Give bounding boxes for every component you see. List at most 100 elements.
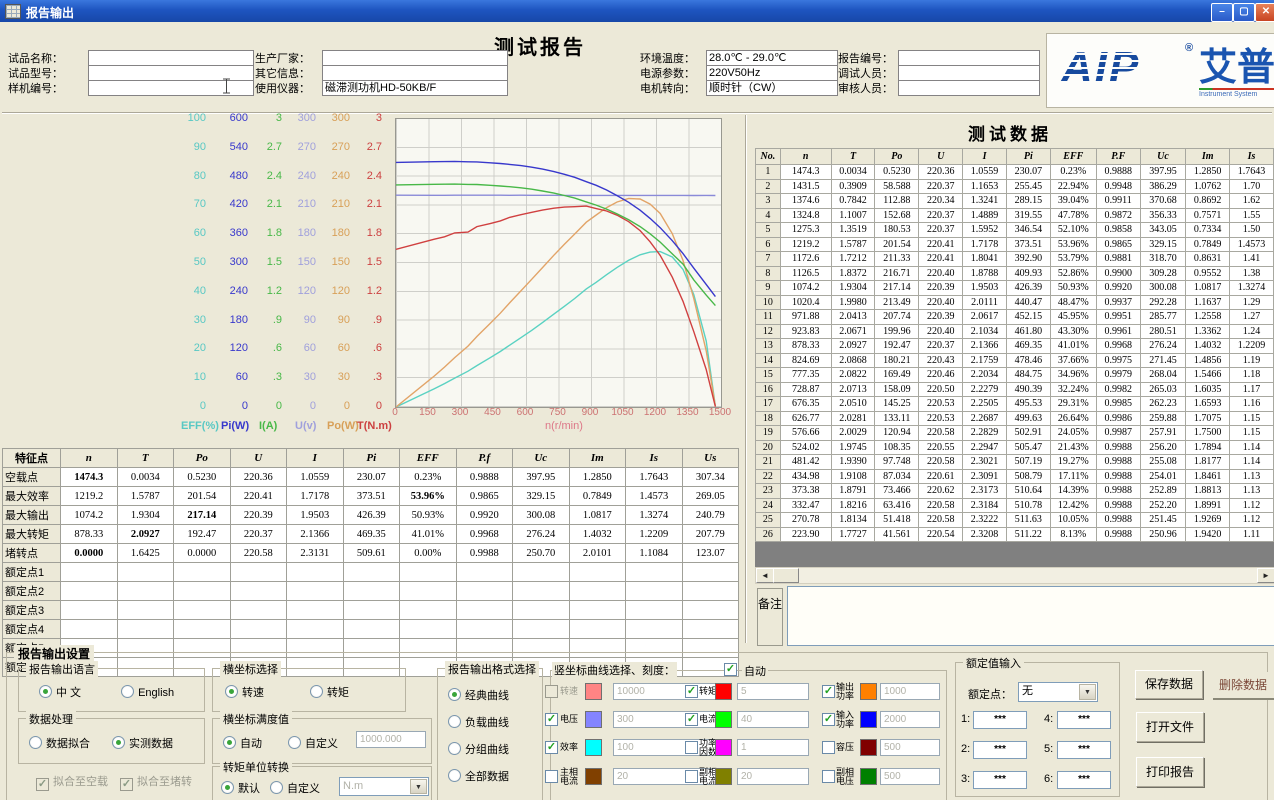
table-row[interactable]: 22434.981.910887.034220.612.3091508.7917…	[756, 469, 1274, 484]
table-row[interactable]: 19576.662.0029120.94220.582.2829502.9124…	[756, 426, 1274, 441]
curve-scale-input[interactable]: 5	[737, 683, 809, 700]
checkbox-option[interactable]: ✓拟合至堵转	[120, 772, 192, 789]
form-field-input[interactable]: 28.0℃ - 29.0℃	[706, 50, 838, 66]
table-row[interactable]: 11971.882.0413207.74220.392.0617452.1545…	[756, 310, 1274, 325]
radio-unselected[interactable]	[448, 715, 461, 728]
rated-field-input[interactable]: ***	[973, 771, 1027, 789]
chevron-down-icon[interactable]: ▼	[1079, 684, 1096, 700]
save-data-button[interactable]: 保存数据	[1135, 670, 1203, 699]
checkbox-option[interactable]: ✓拟合至空载	[36, 772, 108, 789]
yaxis-auto-checkbox[interactable]: ✓	[724, 663, 737, 676]
radio-option[interactable]: 自动	[223, 734, 262, 751]
radio-option[interactable]: 全部数据	[448, 767, 509, 784]
radio-option[interactable]: 自定义	[288, 734, 338, 751]
table-row[interactable]: 12923.832.0671199.96220.402.1034461.8043…	[756, 324, 1274, 339]
radio-unselected[interactable]	[29, 736, 42, 749]
curve-color-swatch[interactable]	[860, 711, 877, 728]
radio-unselected[interactable]	[288, 736, 301, 749]
form-field-input[interactable]: 220V50Hz	[706, 65, 838, 81]
curve-color-swatch[interactable]	[715, 739, 732, 756]
table-row[interactable]: 81126.51.8372216.71220.401.8788409.9352.…	[756, 266, 1274, 281]
curve-checkbox[interactable]	[545, 770, 558, 783]
curve-checkbox[interactable]: ✓	[822, 685, 835, 698]
radio-selected[interactable]	[221, 781, 234, 794]
curve-scale-input[interactable]: 500	[880, 768, 940, 785]
table-row[interactable]: 14824.692.0868180.21220.432.1759478.4637…	[756, 353, 1274, 368]
scroll-left-button[interactable]: ◄	[756, 568, 774, 583]
table-row[interactable]: 51275.31.3519180.53220.371.5952346.5452.…	[756, 223, 1274, 238]
open-file-button[interactable]: 打开文件	[1136, 712, 1204, 742]
remarks-input[interactable]	[787, 586, 1274, 646]
table-row[interactable]: 17676.352.0510145.25220.532.2505495.5329…	[756, 397, 1274, 412]
radio-option[interactable]: 实测数据	[112, 734, 173, 751]
table-row[interactable]: 61219.21.5787201.54220.411.7178373.5153.…	[756, 237, 1274, 252]
close-button[interactable]: ✕	[1255, 3, 1274, 22]
rated-field-input[interactable]: ***	[1057, 741, 1111, 759]
curve-scale-input[interactable]: 500	[880, 739, 940, 756]
table-row[interactable]: 11474.30.00340.5230220.361.0559230.070.2…	[756, 165, 1274, 180]
table-row[interactable]: 21481.421.939097.748220.582.3021507.1919…	[756, 455, 1274, 470]
curve-scale-input[interactable]: 1	[737, 739, 809, 756]
radio-option[interactable]: 转速	[225, 683, 264, 700]
curve-scale-input[interactable]: 40	[737, 711, 809, 728]
radio-unselected[interactable]	[448, 742, 461, 755]
radio-option[interactable]: 数据拟合	[29, 734, 90, 751]
curve-checkbox[interactable]	[822, 741, 835, 754]
curve-checkbox[interactable]: ✓	[685, 685, 698, 698]
curve-color-swatch[interactable]	[715, 683, 732, 700]
checkbox[interactable]: ✓	[120, 778, 133, 791]
curve-scale-input[interactable]: 2000	[880, 711, 940, 728]
table-row[interactable]: 23373.381.879173.466220.622.3173510.6414…	[756, 484, 1274, 499]
radio-option[interactable]: 经典曲线	[448, 686, 509, 703]
format-option-row[interactable]: 经典曲线	[448, 686, 509, 704]
format-option-row[interactable]: 全部数据	[448, 767, 509, 785]
format-option-row[interactable]: 分组曲线	[448, 740, 509, 758]
radio-option[interactable]: 负载曲线	[448, 713, 509, 730]
table-row[interactable]: 20524.021.9745108.35220.552.2947505.4721…	[756, 440, 1274, 455]
table-row[interactable]: 31374.60.7842112.88220.341.3241289.1539.…	[756, 194, 1274, 209]
maximize-button[interactable]: ▢	[1233, 3, 1255, 22]
torque-unit-combo[interactable]: N.m ▼	[339, 777, 429, 796]
delete-data-button[interactable]: 删除数据	[1212, 672, 1274, 698]
chevron-down-icon[interactable]: ▼	[410, 779, 427, 794]
form-field-input[interactable]	[322, 50, 508, 66]
table-row[interactable]: 21431.50.390958.588220.371.1653255.4522.…	[756, 179, 1274, 194]
form-field-input[interactable]	[898, 80, 1040, 96]
rated-field-input[interactable]: ***	[1057, 771, 1111, 789]
table-row[interactable]: 24332.471.821663.416220.582.3184510.7812…	[756, 498, 1274, 513]
form-field-input[interactable]: 磁滞测功机HD-50KB/F	[322, 80, 508, 96]
minimize-button[interactable]: –	[1211, 3, 1233, 22]
radio-selected[interactable]	[223, 736, 236, 749]
curve-color-swatch[interactable]	[860, 768, 877, 785]
form-field-input[interactable]: 顺时针（CW）	[706, 80, 838, 96]
curve-checkbox[interactable]: ✓	[685, 713, 698, 726]
radio-option[interactable]: 中 文	[39, 683, 81, 700]
radio-selected[interactable]	[112, 736, 125, 749]
radio-selected[interactable]	[225, 685, 238, 698]
scrollbar-thumb[interactable]	[773, 568, 799, 583]
form-field-input[interactable]	[898, 50, 1040, 66]
table-row[interactable]: 16728.872.0713158.09220.502.2279490.3932…	[756, 382, 1274, 397]
curve-checkbox[interactable]: ✓	[545, 741, 558, 754]
form-field-input[interactable]	[322, 65, 508, 81]
curve-scale-input[interactable]: 1000	[880, 683, 940, 700]
curve-checkbox[interactable]	[822, 770, 835, 783]
table-row[interactable]: 41324.81.1007152.68220.371.4889319.5547.…	[756, 208, 1274, 223]
xaxis-fullscale-input[interactable]: 1000.000	[356, 731, 426, 748]
radio-unselected[interactable]	[448, 769, 461, 782]
curve-checkbox[interactable]	[545, 685, 558, 698]
curve-color-swatch[interactable]	[860, 683, 877, 700]
horizontal-scrollbar[interactable]: ◄ ►	[755, 567, 1274, 584]
curve-color-swatch[interactable]	[585, 711, 602, 728]
rated-point-combo[interactable]: 无 ▼	[1018, 682, 1098, 702]
table-row[interactable]: 15777.352.0822169.49220.462.2034484.7534…	[756, 368, 1274, 383]
radio-option[interactable]: 默认	[221, 779, 260, 796]
rated-field-input[interactable]: ***	[1057, 711, 1111, 729]
table-row[interactable]: 71172.61.7212211.33220.411.8041392.9053.…	[756, 252, 1274, 267]
curve-checkbox[interactable]: ✓	[545, 713, 558, 726]
table-row[interactable]: 26223.901.772741.561220.542.3208511.228.…	[756, 527, 1274, 542]
curve-color-swatch[interactable]	[585, 683, 602, 700]
radio-unselected[interactable]	[310, 685, 323, 698]
radio-option[interactable]: 分组曲线	[448, 740, 509, 757]
radio-option[interactable]: 自定义	[270, 779, 320, 796]
